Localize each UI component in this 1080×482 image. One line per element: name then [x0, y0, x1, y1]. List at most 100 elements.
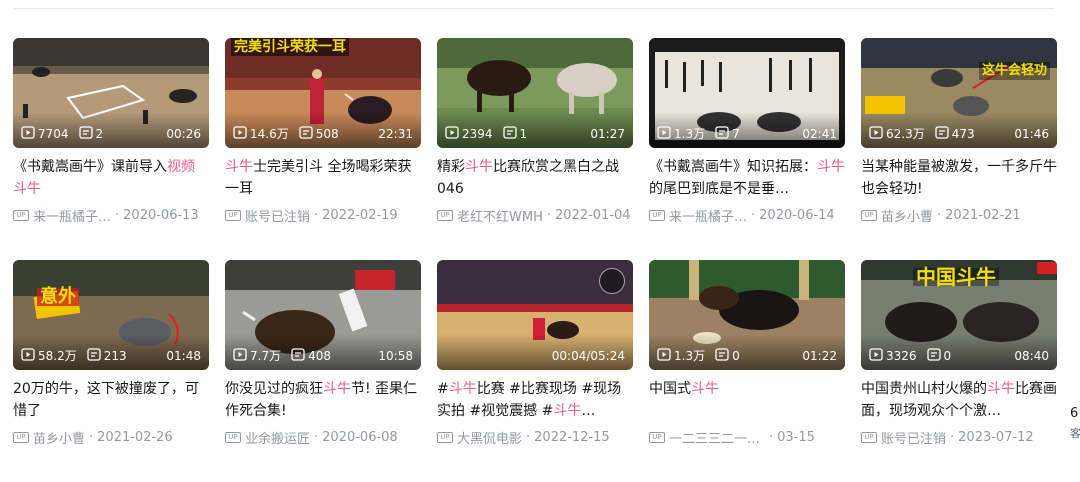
view-count: 58.2万: [21, 347, 77, 365]
video-thumbnail[interactable]: 7.7万 408 10:58: [225, 260, 421, 370]
danmaku-icon: [935, 125, 952, 143]
video-title[interactable]: #斗牛比赛 #比赛现场 #现场实拍 #视觉震撼 #斗牛…: [437, 378, 633, 422]
video-meta: UP 来一瓶橘子… · 2020-06-13: [13, 206, 209, 225]
title-text: 你没见过的疯狂: [225, 381, 323, 397]
separator-dot: ·: [751, 207, 756, 223]
keyword-highlight: 斗牛: [465, 159, 493, 175]
danmaku-count-value: 0: [943, 349, 952, 363]
side-widget-label: 客: [1070, 427, 1080, 440]
title-text: 20万的牛，这下被撞废了，可惜了: [13, 381, 199, 419]
view-count: 3326: [869, 347, 917, 365]
view-count-value: 7.7万: [250, 349, 282, 363]
publish-date: 2021-02-21: [945, 207, 1021, 223]
video-duration: 01:48: [166, 349, 201, 363]
video-duration: 01:27: [590, 127, 625, 141]
autoplay-icon[interactable]: [599, 268, 625, 294]
video-title[interactable]: 中国式斗牛: [649, 378, 845, 422]
video-meta: UP 大黑侃电影 · 2022-12-15: [437, 428, 633, 447]
video-stats: 2394 1 01:27: [445, 125, 625, 143]
separator-dot: ·: [314, 207, 319, 223]
side-widget[interactable]: 6 客: [1070, 404, 1080, 444]
danmaku-count-value: 1: [519, 127, 528, 141]
video-meta: UP 账号已注销 · 2023-07-12: [861, 428, 1057, 447]
video-title[interactable]: 精彩斗牛比赛欣赏之黑白之战 046: [437, 156, 633, 200]
thumbnail-caption: 意外: [37, 288, 79, 306]
video-thumbnail[interactable]: 1.3万 7 02:41: [649, 38, 845, 148]
keyword-highlight: 斗牛: [13, 181, 41, 197]
play-count-icon: [657, 125, 674, 143]
video-title[interactable]: 中国贵州山村火爆的斗牛比赛画面，现场观众个个激…: [861, 378, 1057, 422]
separator-dot: ·: [115, 207, 120, 223]
video-thumbnail[interactable]: 00:04/05:24: [437, 260, 633, 370]
view-count-value: 2394: [462, 127, 493, 141]
up-badge-icon: UP: [225, 209, 241, 221]
video-thumbnail[interactable]: 完美引斗荣获一耳 14.6万 508 22:31: [225, 38, 421, 148]
danmaku-count-value: 473: [951, 127, 975, 141]
author-name[interactable]: 账号已注销: [245, 206, 310, 225]
author-name[interactable]: 来一瓶橘子…: [669, 206, 747, 225]
author-name[interactable]: 来一瓶橘子…: [33, 206, 111, 225]
video-card[interactable]: 意外 58.2万 213 01:48 20万的牛，这下被撞废了，可惜了 UP 苗乡小曹 · 20…: [13, 260, 209, 482]
video-title[interactable]: 《书戴嵩画牛》知识拓展：斗牛的尾巴到底是不是垂…: [649, 156, 845, 200]
video-card[interactable]: 中国斗牛 3326 0 08:40 中国贵州山村火爆的斗牛比赛画面，现场观众个个激… UP…: [861, 260, 1057, 482]
video-duration: 01:22: [802, 349, 837, 363]
danmaku-count: 508: [299, 125, 339, 143]
keyword-highlight: 斗牛: [817, 159, 845, 175]
view-count-value: 58.2万: [38, 349, 77, 363]
video-thumbnail[interactable]: 这牛会轻功 62.3万 473 01:46: [861, 38, 1057, 148]
video-title[interactable]: 20万的牛，这下被撞废了，可惜了: [13, 378, 209, 422]
video-title[interactable]: 斗牛士完美引斗 全场喝彩荣获一耳: [225, 156, 421, 200]
danmaku-icon: [715, 347, 732, 365]
author-name[interactable]: 苗乡小曹: [881, 206, 933, 225]
divider: [14, 8, 1054, 9]
publish-date: 2023-07-12: [958, 429, 1034, 445]
video-card[interactable]: 完美引斗荣获一耳 14.6万 508 22:31 斗牛士完美引斗 全场喝彩荣获一耳 UP 账…: [225, 38, 421, 260]
video-title[interactable]: 《书戴嵩画牛》课前导入视频 斗牛: [13, 156, 209, 200]
publish-date: 03-15: [777, 429, 815, 445]
play-count-icon: [21, 125, 38, 143]
author-name[interactable]: 账号已注销: [881, 428, 946, 447]
play-count-icon: [445, 125, 462, 143]
video-stats: 1.3万 0 01:22: [657, 347, 837, 365]
video-stats: 14.6万 508 22:31: [233, 125, 413, 143]
video-card[interactable]: 这牛会轻功 62.3万 473 01:46 当某种能量被激发，一千多斤牛也会轻功! UP 苗…: [861, 38, 1057, 260]
keyword-highlight: 斗牛: [225, 159, 253, 175]
video-thumbnail[interactable]: 7704 2 00:26: [13, 38, 209, 148]
author-name[interactable]: 一二三三二一开干: [669, 428, 765, 447]
play-count-icon: [233, 347, 250, 365]
author-name[interactable]: 苗乡小曹: [33, 428, 85, 447]
separator-dot: ·: [950, 429, 955, 445]
view-count-value: 3326: [886, 349, 917, 363]
video-card[interactable]: 1.3万 0 01:22 中国式斗牛 UP 一二三三二一开干 · 03-15: [649, 260, 845, 482]
video-card[interactable]: 7704 2 00:26 《书戴嵩画牛》课前导入视频 斗牛 UP 来一瓶橘子… · 2020-…: [13, 38, 209, 260]
video-duration: 08:40: [1014, 349, 1049, 363]
publish-date: 2022-02-19: [322, 207, 398, 223]
author-name[interactable]: 大黑侃电影: [457, 428, 522, 447]
video-thumbnail[interactable]: 1.3万 0 01:22: [649, 260, 845, 370]
video-stats: 58.2万 213 01:48: [21, 347, 201, 365]
play-count-icon: [21, 347, 38, 365]
danmaku-count: 473: [935, 125, 975, 143]
author-name[interactable]: 老红不红WMH: [457, 206, 543, 225]
separator-dot: ·: [526, 429, 531, 445]
danmaku-count: 2: [78, 125, 103, 143]
video-card[interactable]: 00:04/05:24 #斗牛比赛 #比赛现场 #现场实拍 #视觉震撼 #斗牛… U…: [437, 260, 633, 482]
danmaku-count: 1: [502, 125, 528, 143]
video-thumbnail[interactable]: 2394 1 01:27: [437, 38, 633, 148]
video-card[interactable]: 1.3万 7 02:41 《书戴嵩画牛》知识拓展：斗牛的尾巴到底是不是垂… UP 来一瓶橘…: [649, 38, 845, 260]
video-stats: 00:04/05:24: [445, 348, 625, 364]
author-name[interactable]: 业余搬运匠: [245, 428, 310, 447]
danmaku-icon: [502, 125, 520, 143]
video-title[interactable]: 当某种能量被激发，一千多斤牛也会轻功!: [861, 156, 1057, 200]
video-thumbnail[interactable]: 意外 58.2万 213 01:48: [13, 260, 209, 370]
danmaku-icon: [926, 347, 944, 365]
separator-dot: ·: [769, 429, 774, 445]
video-thumbnail[interactable]: 中国斗牛 3326 0 08:40: [861, 260, 1057, 370]
video-card[interactable]: 7.7万 408 10:58 你没见过的疯狂斗牛节! 歪果仁作死合集! UP 业余搬运匠 ·…: [225, 260, 421, 482]
video-duration: 00:04/05:24: [551, 349, 625, 363]
title-text: …: [581, 403, 596, 419]
video-title[interactable]: 你没见过的疯狂斗牛节! 歪果仁作死合集!: [225, 378, 421, 422]
video-card[interactable]: 2394 1 01:27 精彩斗牛比赛欣赏之黑白之战 046 UP 老红不红WMH · 202…: [437, 38, 633, 260]
video-stats: 7.7万 408 10:58: [233, 347, 413, 365]
keyword-highlight: 斗牛: [323, 381, 351, 397]
